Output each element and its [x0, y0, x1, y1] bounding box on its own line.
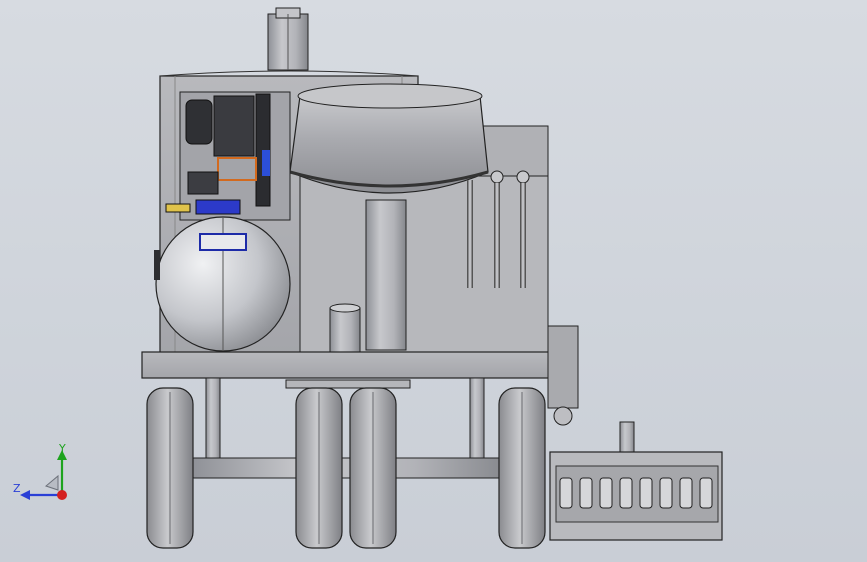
wheel-right: [498, 387, 546, 549]
air-receiver-tank: [154, 216, 291, 352]
cad-model[interactable]: [0, 0, 867, 562]
wheel-left: [146, 387, 194, 549]
wheel-center-left: [295, 387, 343, 549]
x-axis-point: [57, 490, 67, 500]
vent-stack: [267, 7, 309, 71]
graphics-viewport[interactable]: Y Z: [0, 0, 867, 562]
y-axis-label: Y: [58, 442, 66, 455]
z-axis-label: Z: [13, 482, 21, 495]
orientation-triad: Y Z: [13, 442, 67, 500]
wheel-center-right: [349, 387, 397, 549]
manifold-valves: [549, 421, 723, 541]
hopper-bowl: [289, 83, 489, 194]
air-compressor-motor: [165, 91, 291, 221]
